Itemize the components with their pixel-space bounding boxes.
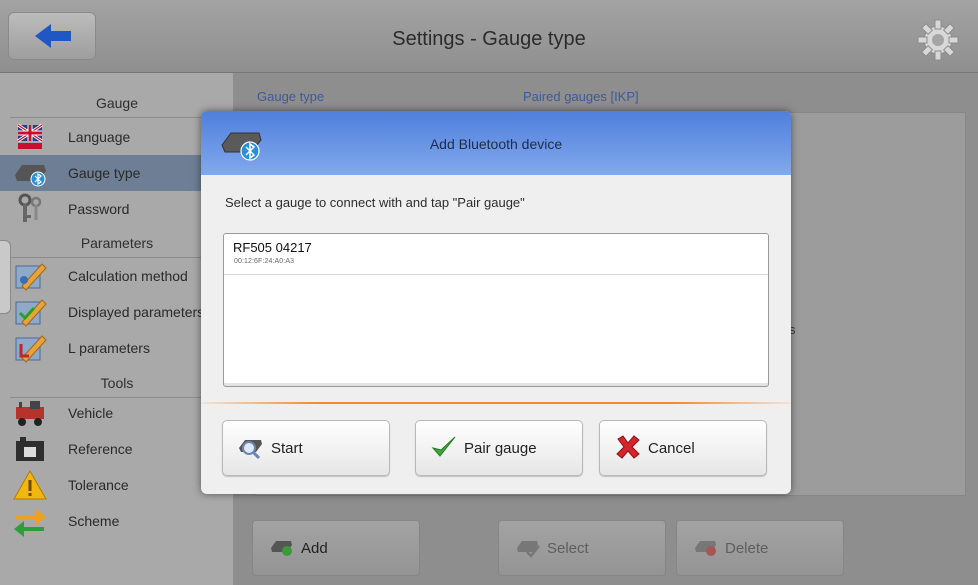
sidebar-item-label: Language [68, 129, 131, 145]
pencil-check-icon [15, 263, 47, 291]
start-button[interactable]: Start [222, 420, 390, 476]
device-list[interactable]: RF505 04217 00:12:6F:24:A0:A3 [223, 233, 769, 387]
vehicle-icon [16, 401, 44, 426]
column-header-gauge-type: Gauge type [257, 89, 325, 104]
add-gauge-icon [271, 541, 292, 556]
start-button-label: Start [271, 440, 303, 457]
device-name: RF505 04217 [233, 240, 312, 255]
sidebar: Gauge Language Gauge type Password Param… [0, 73, 233, 585]
swap-arrows-icon [14, 509, 46, 537]
drawer-handle[interactable] [0, 240, 11, 314]
add-bluetooth-dialog: Add Bluetooth device Select a gauge to c… [201, 111, 791, 494]
sidebar-item-label: Password [68, 201, 130, 217]
delete-button-label: Delete [725, 540, 769, 557]
sidebar-item-label: Reference [68, 441, 133, 457]
dialog-title: Add Bluetooth device [429, 136, 563, 152]
sidebar-item-l-parameters[interactable]: L parameters [0, 330, 233, 366]
sidebar-item-gauge-type[interactable]: Gauge type [0, 155, 233, 191]
add-button[interactable]: Add [252, 520, 420, 576]
sidebar-item-scheme[interactable]: Scheme [0, 503, 233, 539]
sidebar-item-displayed-parameters[interactable]: Displayed parameters [0, 294, 233, 330]
select-gauge-icon [517, 541, 540, 558]
pair-gauge-button-label: Pair gauge [464, 440, 537, 457]
keys-icon [18, 193, 42, 222]
delete-button[interactable]: Delete [676, 520, 844, 576]
sidebar-item-language[interactable]: Language [0, 119, 233, 155]
cancel-button[interactable]: Cancel [599, 420, 767, 476]
sidebar-item-vehicle[interactable]: Vehicle [0, 395, 233, 431]
divider [201, 402, 791, 404]
sidebar-item-password[interactable]: Password [0, 191, 233, 227]
reference-icon [16, 437, 44, 461]
bluetooth-gauge-icon [15, 165, 46, 187]
sidebar-item-label: Gauge type [68, 165, 141, 181]
sidebar-item-label: Calculation method [68, 268, 188, 284]
gear-icon[interactable] [916, 18, 960, 62]
cancel-button-label: Cancel [648, 440, 695, 457]
section-tools: Tools [10, 363, 224, 398]
section-parameters: Parameters [10, 223, 224, 258]
top-bar: Settings - Gauge type [0, 0, 978, 73]
sidebar-item-label: Tolerance [68, 477, 129, 493]
sidebar-item-reference[interactable]: Reference [0, 431, 233, 467]
delete-gauge-icon [695, 541, 716, 556]
select-button[interactable]: Select [498, 520, 666, 576]
page-title: Settings - Gauge type [392, 28, 586, 50]
sidebar-item-label: Scheme [68, 513, 120, 529]
pair-gauge-button[interactable]: Pair gauge [415, 420, 583, 476]
pencil-check-icon [15, 335, 47, 363]
close-icon [616, 435, 640, 459]
device-row[interactable]: RF505 04217 00:12:6F:24:A0:A3 [224, 234, 768, 275]
dialog-instruction: Select a gauge to connect with and tap "… [225, 195, 525, 210]
search-gauge-icon [239, 440, 262, 460]
flag-icon [17, 123, 43, 149]
checkmark-icon [431, 436, 456, 457]
add-button-label: Add [301, 540, 328, 557]
pencil-check-icon [15, 299, 47, 327]
sidebar-item-label: L parameters [68, 340, 150, 356]
warning-icon [13, 469, 47, 500]
sidebar-item-label: Vehicle [68, 405, 114, 421]
section-gauge: Gauge [10, 83, 224, 118]
sidebar-item-label: Displayed parameters [68, 304, 205, 320]
device-address: 00:12:6F:24:A0:A3 [234, 258, 295, 265]
sidebar-item-calculation-method[interactable]: Calculation method [0, 258, 233, 294]
select-button-label: Select [547, 540, 589, 557]
column-header-paired-gauges: Paired gauges [IKP] [523, 89, 639, 104]
sidebar-item-tolerance[interactable]: Tolerance [0, 467, 233, 503]
